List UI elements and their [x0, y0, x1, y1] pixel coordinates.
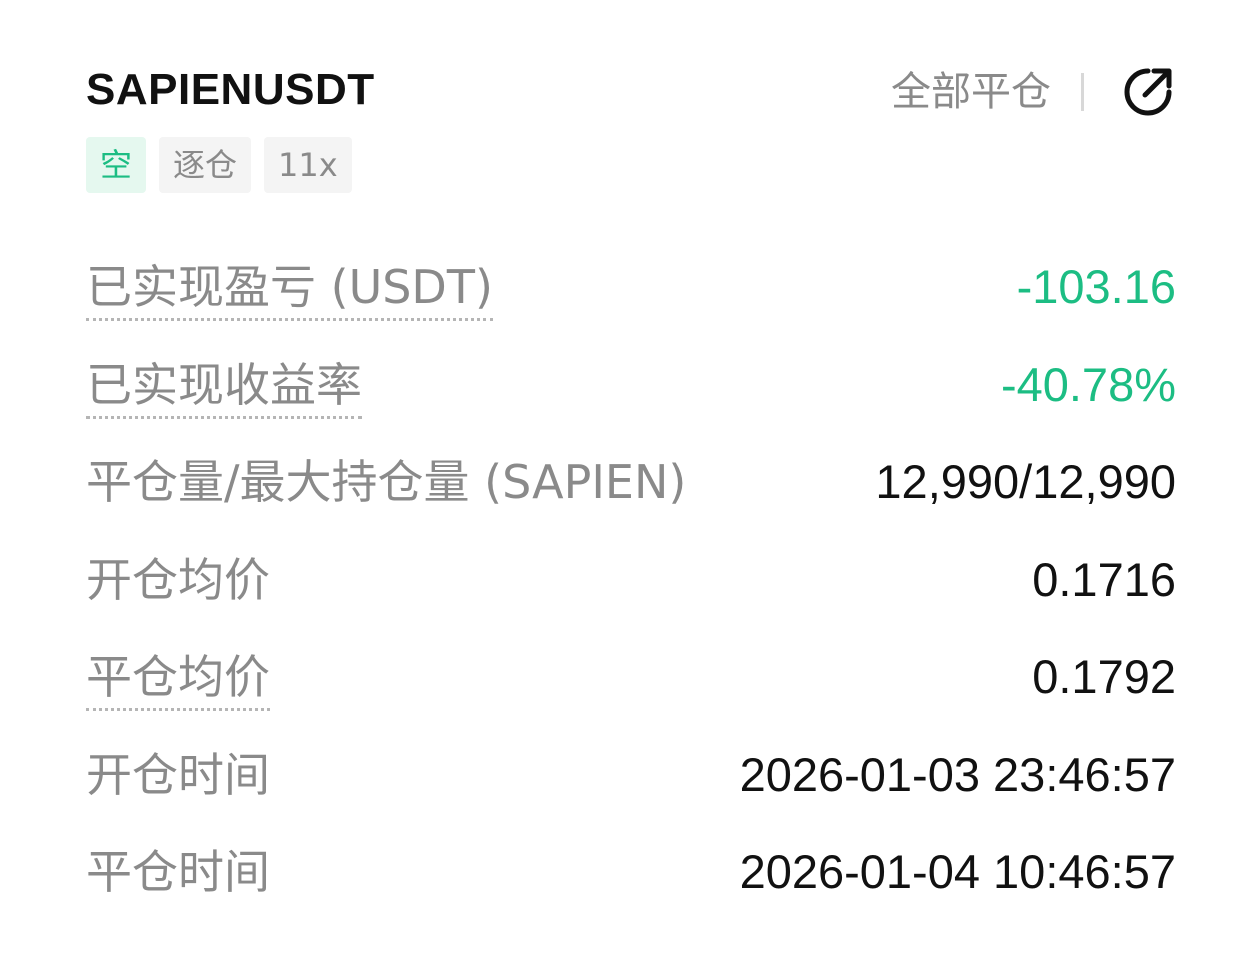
- close-avg-price-value: 0.1792: [1032, 650, 1176, 703]
- open-avg-price-label: 开仓均价: [86, 552, 270, 607]
- detail-row-open-time: 开仓时间 2026-01-03 23:46:57: [86, 744, 1176, 842]
- detail-row-close-avg-price: 平仓均价 0.1792: [86, 646, 1176, 744]
- share-arrow-icon: [1124, 68, 1172, 116]
- realized-pnl-value: -103.16: [1016, 260, 1176, 313]
- open-time-value: 2026-01-03 23:46:57: [739, 747, 1176, 801]
- position-details: 已实现盈亏 (USDT) -103.16 已实现收益率 -40.78% 平仓量/…: [86, 256, 1176, 939]
- detail-row-realized-pnl: 已实现盈亏 (USDT) -103.16: [86, 256, 1176, 354]
- share-button[interactable]: [1120, 64, 1176, 120]
- margin-mode-badge: 逐仓: [159, 137, 252, 193]
- detail-row-open-avg-price: 开仓均价 0.1716: [86, 549, 1176, 647]
- detail-row-close-time: 平仓时间 2026-01-04 10:46:57: [86, 841, 1176, 939]
- side-badge: 空: [86, 137, 147, 193]
- close-qty-value: 12,990/12,990: [875, 455, 1176, 508]
- close-qty-label: 平仓量/最大持仓量 (SAPIEN): [86, 455, 687, 509]
- realized-roi-value: -40.78%: [1000, 357, 1176, 411]
- symbol-title: SAPIENUSDT: [86, 65, 375, 114]
- divider: [1081, 73, 1084, 111]
- position-header: SAPIENUSDT 全部平仓: [86, 60, 1176, 120]
- position-tags: 空 逐仓 11x: [86, 137, 352, 193]
- close-time-value: 2026-01-04 10:46:57: [739, 845, 1176, 898]
- realized-roi-label[interactable]: 已实现收益率: [86, 354, 362, 419]
- leverage-badge: 11x: [264, 137, 352, 193]
- close-all-button[interactable]: 全部平仓: [891, 62, 1051, 122]
- close-time-label: 平仓时间: [86, 845, 270, 899]
- detail-row-realized-roi: 已实现收益率 -40.78%: [86, 354, 1176, 452]
- open-avg-price-value: 0.1716: [1032, 552, 1176, 606]
- realized-pnl-label[interactable]: 已实现盈亏 (USDT): [86, 256, 493, 321]
- detail-row-close-qty: 平仓量/最大持仓量 (SAPIEN) 12,990/12,990: [86, 451, 1176, 549]
- closed-position-card: SAPIENUSDT 全部平仓 空 逐仓 11x 已实现盈亏 (USDT) -1…: [86, 60, 1176, 899]
- close-avg-price-label[interactable]: 平仓均价: [86, 646, 270, 711]
- header-actions: 全部平仓: [891, 60, 1176, 124]
- open-time-label: 开仓时间: [86, 747, 270, 802]
